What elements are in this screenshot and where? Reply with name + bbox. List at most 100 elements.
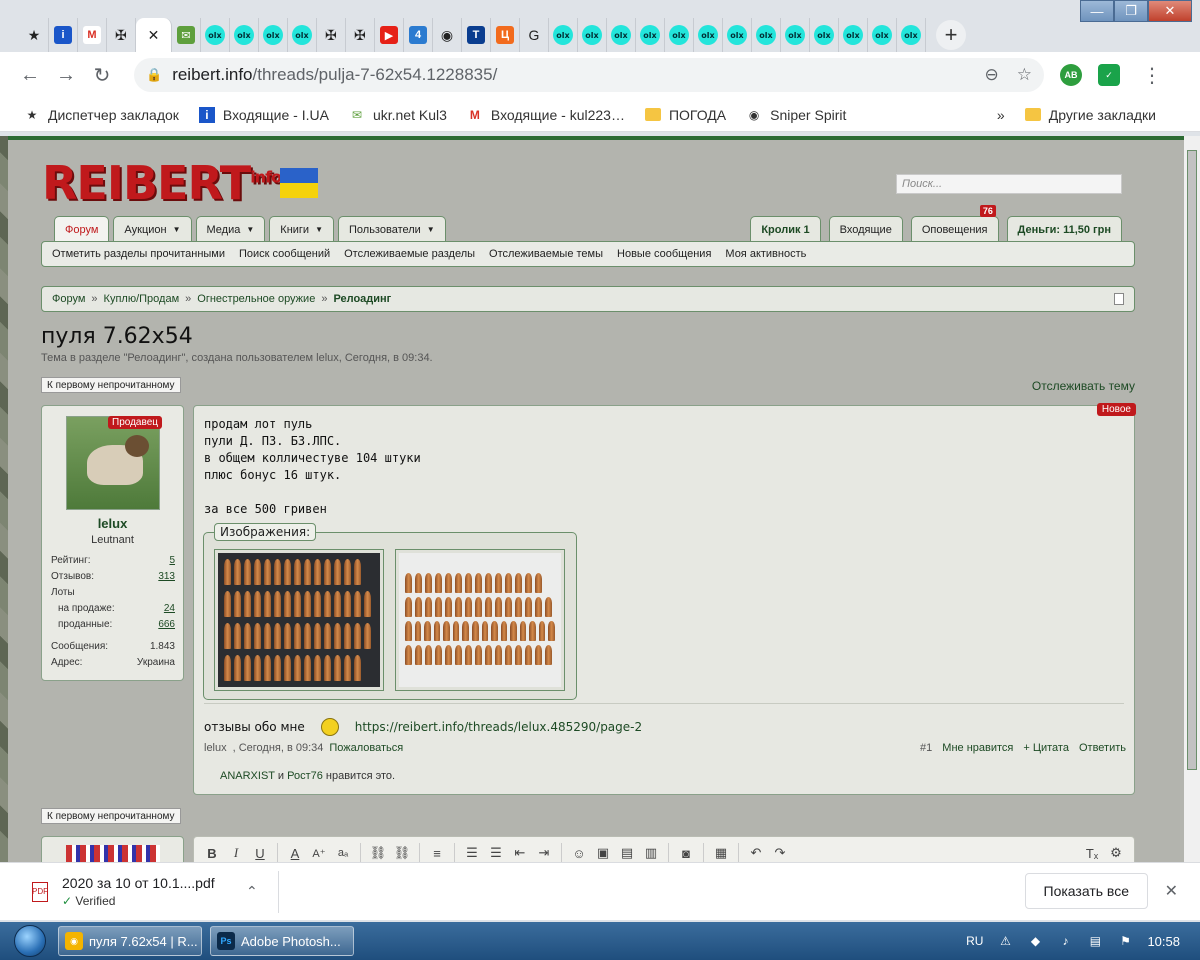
code-icon[interactable]: ▥ — [641, 843, 661, 862]
browser-tab[interactable]: olx — [549, 18, 578, 52]
browser-tab[interactable]: ★ — [20, 18, 49, 52]
post-time[interactable]: Сегодня, в 09:34 — [239, 742, 324, 754]
font-family-button[interactable]: aₐ — [333, 843, 353, 862]
indent-icon[interactable]: ⇥ — [534, 843, 554, 862]
italic-button[interactable]: I — [226, 843, 246, 862]
unlink-icon[interactable]: ⛓ — [392, 843, 412, 862]
feedback-link[interactable]: https://reibert.info/threads/lelux.48529… — [355, 720, 642, 734]
attachment-thumbnail[interactable] — [395, 549, 565, 691]
nav-tab[interactable]: Медиа ▼ — [195, 216, 266, 242]
browser-tab[interactable]: olx — [201, 18, 230, 52]
show-all-downloads-button[interactable]: Показать все — [1024, 873, 1148, 909]
browser-tab[interactable]: ✠ — [107, 18, 136, 52]
browser-tab[interactable]: olx — [665, 18, 694, 52]
subnav-link[interactable]: Отслеживаемые темы — [489, 248, 603, 260]
browser-tab[interactable]: olx — [723, 18, 752, 52]
zoom-icon[interactable]: ⊖ — [985, 65, 999, 85]
reload-button[interactable]: ↻ — [86, 59, 118, 91]
tab-close-icon[interactable]: ✕ — [136, 18, 172, 52]
browser-tab[interactable]: olx — [259, 18, 288, 52]
reply-button[interactable]: Ответить — [1079, 742, 1126, 754]
stat-value[interactable]: 24 — [164, 603, 175, 614]
money-tab[interactable]: Деньги: 11,50 грн — [1006, 216, 1122, 242]
stat-value[interactable]: 5 — [169, 555, 175, 566]
browser-tab[interactable]: 4 — [404, 18, 433, 52]
browser-tab[interactable]: ✉ — [172, 18, 201, 52]
browser-tab[interactable]: olx — [636, 18, 665, 52]
browser-tab[interactable]: Ц — [491, 18, 520, 52]
maximize-button[interactable]: ❐ — [1114, 0, 1148, 22]
media-icon[interactable]: ▤ — [617, 843, 637, 862]
subnav-link[interactable]: Поиск сообщений — [239, 248, 330, 260]
browser-tab[interactable]: olx — [578, 18, 607, 52]
new-tab-button[interactable]: + — [936, 20, 966, 50]
browser-tab[interactable]: G — [520, 18, 549, 52]
document-icon[interactable] — [1114, 293, 1124, 305]
search-input[interactable]: Поиск... — [896, 174, 1122, 194]
first-unread-button-bottom[interactable]: К первому непрочитанному — [41, 808, 181, 824]
align-icon[interactable]: ≡ — [427, 843, 447, 862]
bookmark-item[interactable]: ✉ ukr.net Kul3 — [349, 107, 447, 123]
clear-format-icon[interactable]: Tₓ — [1082, 843, 1102, 862]
browser-tab[interactable]: olx — [694, 18, 723, 52]
outdent-icon[interactable]: ⇤ — [510, 843, 530, 862]
browser-tab[interactable]: ✠ — [317, 18, 346, 52]
post-number[interactable]: #1 — [920, 742, 932, 754]
watch-thread-link[interactable]: Отслеживать тему — [1032, 379, 1135, 393]
font-size-button[interactable]: A⁺ — [309, 843, 329, 862]
browser-tab[interactable]: olx — [288, 18, 317, 52]
browser-tab[interactable]: M — [78, 18, 107, 52]
bullet-list-icon[interactable]: ☰ — [462, 843, 482, 862]
account-tab[interactable]: Кролик 1 — [750, 216, 821, 242]
browser-tab[interactable]: olx — [230, 18, 259, 52]
settings-icon[interactable]: ⚙ — [1106, 843, 1126, 862]
adblock-extension-icon[interactable]: AB — [1060, 64, 1082, 86]
scrollbar-thumb[interactable] — [1187, 150, 1197, 770]
browser-tab[interactable]: ✠ — [346, 18, 375, 52]
browser-tab[interactable]: olx — [752, 18, 781, 52]
subnav-link[interactable]: Новые сообщения — [617, 248, 711, 260]
menu-kebab-icon[interactable]: ⋮ — [1142, 63, 1162, 88]
breadcrumb-link[interactable]: Форум — [52, 293, 85, 305]
browser-tab[interactable]: olx — [810, 18, 839, 52]
like-button[interactable]: Мне нравится — [942, 742, 1013, 754]
page-scrollbar[interactable] — [1184, 136, 1200, 862]
minimize-button[interactable]: — — [1080, 0, 1114, 22]
avatar[interactable] — [66, 416, 160, 510]
breadcrumb-link[interactable]: Куплю/Продам — [104, 293, 180, 305]
taskbar-task[interactable]: ◉ пуля 7.62х54 | R... — [58, 926, 202, 956]
subnav-link[interactable]: Моя активность — [725, 248, 806, 260]
undo-icon[interactable]: ↶ — [746, 843, 766, 862]
save-icon[interactable]: ▦ — [711, 843, 731, 862]
more-bookmarks-button[interactable]: » — [997, 107, 1005, 123]
liker-link[interactable]: ANARXIST — [220, 770, 275, 782]
download-item[interactable]: PDF 2020 за 10 от 10.1....pdf ✓ Verified — [32, 875, 215, 908]
first-unread-button[interactable]: К первому непрочитанному — [41, 377, 181, 393]
bookmark-item[interactable]: ПОГОДА — [644, 107, 726, 123]
bold-button[interactable]: B — [202, 843, 222, 862]
report-link[interactable]: Пожаловаться — [329, 742, 403, 754]
network-icon[interactable]: ▤ — [1087, 933, 1103, 949]
nav-tab[interactable]: Пользователи ▼ — [338, 216, 446, 242]
browser-tab[interactable]: olx — [839, 18, 868, 52]
number-list-icon[interactable]: ☰ — [486, 843, 506, 862]
bookmark-item[interactable]: i Входящие - I.UA — [198, 106, 329, 123]
stat-value[interactable]: 313 — [158, 571, 175, 582]
camera-icon[interactable]: ◙ — [676, 843, 696, 862]
avast-icon[interactable]: ◆ — [1027, 933, 1043, 949]
start-button[interactable] — [10, 922, 50, 960]
alerts-tab[interactable]: Оповещения 76 — [910, 205, 999, 242]
volume-icon[interactable]: ♪ — [1057, 933, 1073, 949]
stat-value[interactable]: 666 — [158, 619, 175, 630]
browser-tab[interactable]: ▶ — [375, 18, 404, 52]
back-button[interactable]: ← — [14, 59, 46, 91]
smiley-insert-icon[interactable]: ☺ — [569, 843, 589, 862]
bookmark-item[interactable]: M Входящие - kul223… — [467, 107, 625, 123]
link-icon[interactable]: ⛓ — [368, 843, 388, 862]
author-name[interactable]: lelux — [42, 516, 183, 531]
post-author-link[interactable]: lelux — [204, 742, 227, 754]
bookmark-item[interactable]: ★ Диспетчер закладок — [24, 107, 179, 123]
bookmark-star-icon[interactable]: ☆ — [1017, 65, 1032, 85]
browser-tab[interactable]: i — [49, 18, 78, 52]
language-indicator[interactable]: RU — [966, 934, 983, 948]
